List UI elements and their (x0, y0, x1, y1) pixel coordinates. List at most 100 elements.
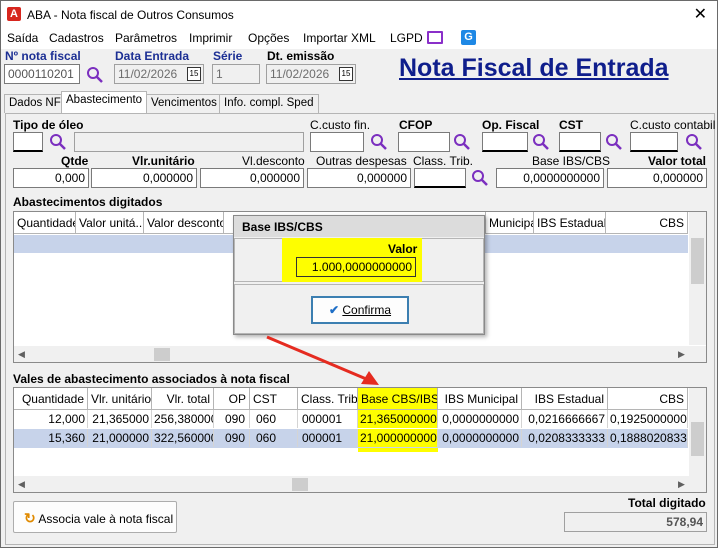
column-header[interactable]: CBS (606, 212, 688, 234)
tipo-oleo-label: Tipo de óleo (13, 118, 84, 132)
column-header[interactable]: Quantidade (14, 212, 76, 234)
total-digitado-value: 578,94 (564, 512, 707, 532)
menu-importar-xml[interactable]: Importar XML (303, 31, 376, 45)
table-cell: 322,560000 (154, 429, 214, 447)
base-ibs-cbs-dialog: Base IBS/CBS Valor 1.000,0000000000 ✔ Co… (233, 215, 485, 335)
c-custo-contabil-input[interactable] (630, 132, 678, 152)
serie-input[interactable]: 1 (212, 64, 260, 84)
outras-despesas-input[interactable]: 0,000000 (307, 168, 411, 188)
confirm-button[interactable]: ✔ Confirma (311, 296, 409, 324)
close-icon[interactable]: ✕ (694, 4, 707, 24)
column-header[interactable]: OP (214, 388, 250, 410)
search-icon[interactable] (86, 66, 104, 84)
data-entrada-input[interactable]: 11/02/2026 15 (114, 64, 204, 84)
check-icon: ✔ (328, 303, 340, 317)
column-header[interactable]: Valor unitá... (76, 212, 144, 234)
dt-emissao-input[interactable]: 11/02/2026 15 (266, 64, 356, 84)
column-header[interactable]: Quantidade (14, 388, 88, 410)
column-header[interactable]: IBS Estadual (534, 212, 606, 234)
data-entrada-label: Data Entrada (115, 49, 190, 63)
serie-label: Série (213, 49, 243, 63)
scroll-thumb[interactable] (691, 422, 704, 456)
menu-cadastros[interactable]: Cadastros (49, 31, 104, 45)
c-custo-contabil-label: C.custo contabil (630, 118, 716, 132)
vlr-desconto-input[interactable]: 0,000000 (200, 168, 304, 188)
qtde-input[interactable]: 0,000 (13, 168, 89, 188)
base-ibs-cbs-label: Base IBS/CBS (532, 154, 611, 168)
scroll-thumb[interactable] (154, 348, 170, 361)
menu-parametros[interactable]: Parâmetros (115, 31, 177, 45)
table-row[interactable]: 12,000 21,365000 256,380000 090 060 0000… (14, 410, 688, 429)
window-title: ABA - Nota fiscal de Outros Consumos (27, 8, 234, 22)
search-icon[interactable] (453, 133, 471, 151)
column-header[interactable]: CST (250, 388, 298, 410)
column-header[interactable]: Municipal (486, 212, 534, 234)
table-cell: 15,360 (14, 429, 88, 447)
scroll-right-icon[interactable]: ▶ (678, 349, 685, 360)
search-icon[interactable] (685, 133, 703, 151)
class-trib-input[interactable] (414, 168, 466, 188)
base-ibs-cbs-input[interactable]: 0,0000000000 (496, 168, 604, 188)
vertical-scrollbar[interactable] (689, 388, 706, 476)
vales-grid[interactable]: Quantidade Vlr. unitário Vlr. total OP C… (13, 387, 707, 493)
scroll-left-icon[interactable]: ◀ (18, 349, 25, 360)
table-cell: 000001 (298, 429, 358, 447)
table-cell: 090 (214, 429, 250, 447)
calendar-icon[interactable]: 15 (339, 67, 353, 81)
nota-input[interactable]: 0000110201 (4, 64, 80, 84)
main-window: A ABA - Nota fiscal de Outros Consumos ✕… (0, 0, 718, 548)
menu-bar: Saída Cadastros Parâmetros Imprimir Opçõ… (1, 29, 717, 49)
vertical-scrollbar[interactable] (689, 212, 706, 345)
search-icon[interactable] (471, 169, 489, 187)
scroll-thumb[interactable] (691, 238, 704, 284)
table-cell: 21,0000000000 (358, 429, 438, 447)
cfop-label: CFOP (399, 118, 433, 132)
c-custo-fin-input[interactable] (310, 132, 364, 152)
vlr-unitario-input[interactable]: 0,000000 (91, 168, 197, 188)
associa-vale-button[interactable]: ↻ Associa vale à nota fiscal (13, 501, 177, 533)
table-cell: 256,380000 (154, 410, 214, 428)
cfop-input[interactable] (398, 132, 450, 152)
valor-total-label: Valor total (648, 154, 707, 168)
page-heading: Nota Fiscal de Entrada (399, 54, 669, 82)
column-header[interactable]: Valor desconto (144, 212, 224, 234)
search-icon[interactable] (370, 133, 388, 151)
refresh-icon: ↻ (24, 510, 36, 526)
dialog-valor-input[interactable]: 1.000,0000000000 (296, 257, 416, 277)
menu-opcoes[interactable]: Opções (248, 31, 289, 45)
monitor-icon[interactable] (427, 31, 443, 44)
column-header[interactable]: Vlr. unitário (88, 388, 152, 410)
app-icon: A (7, 7, 21, 21)
menu-saida[interactable]: Saída (7, 31, 38, 45)
search-icon[interactable] (605, 133, 623, 151)
valor-total-input[interactable]: 0,000000 (607, 168, 707, 188)
menu-lgpd[interactable]: LGPD (390, 31, 423, 45)
column-header[interactable]: IBS Estadual (522, 388, 608, 410)
search-icon[interactable] (49, 133, 67, 151)
dt-emissao-label: Dt. emissão (267, 49, 335, 63)
tab-dados-nf[interactable]: Dados NF (4, 94, 66, 113)
calendar-icon[interactable]: 15 (187, 67, 201, 81)
menu-imprimir[interactable]: Imprimir (189, 31, 232, 45)
tipo-oleo-input[interactable] (13, 132, 43, 152)
tab-vencimentos[interactable]: Vencimentos (146, 94, 222, 113)
column-header[interactable]: CBS (608, 388, 688, 410)
tab-info-compl-sped[interactable]: Info. compl. Sped (219, 94, 319, 113)
highlight-box (358, 448, 438, 452)
op-fiscal-input[interactable] (482, 132, 528, 152)
cst-input[interactable] (559, 132, 601, 152)
abastecimentos-title: Abastecimentos digitados (13, 195, 163, 209)
scroll-left-icon[interactable]: ◀ (18, 479, 25, 490)
column-header[interactable]: IBS Municipal (438, 388, 522, 410)
search-icon[interactable] (532, 133, 550, 151)
horizontal-scrollbar[interactable]: ◀ ▶ (14, 476, 706, 492)
g-app-icon[interactable]: G (461, 30, 476, 45)
column-header[interactable]: Base CBS/IBS (358, 388, 438, 410)
op-fiscal-label: Op. Fiscal (482, 118, 540, 132)
column-header[interactable]: Class. Trib. (298, 388, 358, 410)
tab-abastecimento[interactable]: Abastecimento (61, 91, 148, 114)
scroll-right-icon[interactable]: ▶ (678, 479, 685, 490)
scroll-thumb[interactable] (292, 478, 308, 491)
table-row-selected[interactable]: 15,360 21,000000 322,560000 090 060 0000… (14, 429, 688, 448)
column-header[interactable]: Vlr. total (152, 388, 214, 410)
